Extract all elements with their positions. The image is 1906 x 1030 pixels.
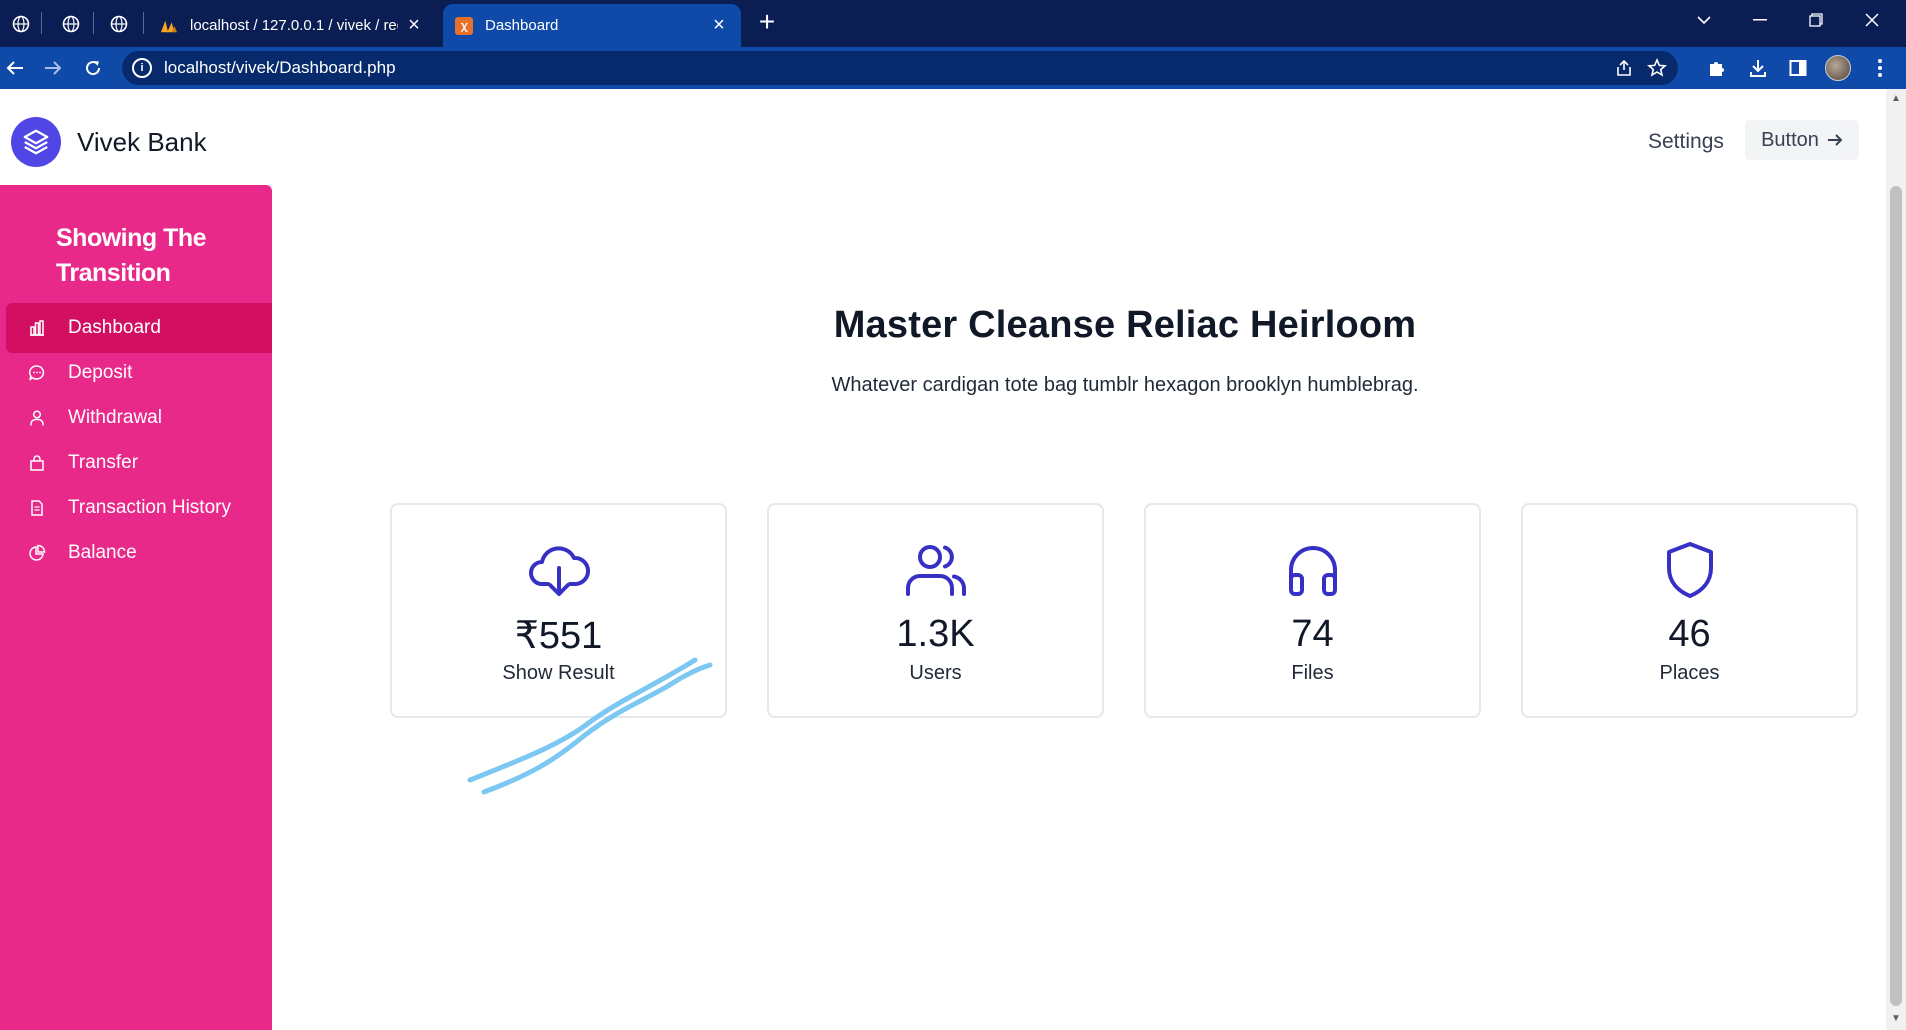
stat-label: Users: [909, 662, 962, 684]
brand[interactable]: Vivek Bank: [11, 117, 207, 167]
extensions-icon[interactable]: [1704, 55, 1730, 81]
layers-logo-icon: [11, 117, 61, 167]
sidebar-item-label: Transfer: [68, 452, 139, 473]
arrow-right-icon: [45, 61, 62, 75]
globe-icon: [62, 15, 80, 33]
share-icon[interactable]: [1612, 56, 1636, 80]
tab-separator: [143, 12, 144, 34]
scroll-up-arrow-icon[interactable]: ▲: [1886, 93, 1906, 104]
reload-icon: [86, 61, 101, 76]
sidebar-item-balance[interactable]: Balance: [6, 528, 272, 578]
sidebar-item-label: Withdrawal: [68, 407, 162, 428]
arrow-right-icon: [1827, 134, 1843, 146]
stat-value: 46: [1668, 613, 1711, 655]
downloads-icon[interactable]: [1745, 55, 1771, 81]
document-icon: [26, 497, 48, 519]
tab-separator: [41, 12, 42, 34]
tab-title: localhost / 127.0.0.1 / vivek / registra…: [190, 17, 398, 34]
pie-chart-icon: [26, 542, 48, 564]
stat-card-show-result: ₹551 Show Result: [390, 503, 727, 718]
profile-avatar[interactable]: [1825, 55, 1851, 81]
pinned-tab-2[interactable]: [53, 8, 89, 40]
sidebar-item-label: Balance: [68, 542, 137, 563]
sidebar-item-transfer[interactable]: Transfer: [6, 438, 272, 488]
header-button[interactable]: Button: [1745, 120, 1859, 160]
site-info-icon[interactable]: i: [132, 58, 152, 78]
side-panel-icon[interactable]: [1785, 55, 1811, 81]
browser-menu-icon[interactable]: [1867, 55, 1893, 81]
stat-label: Files: [1291, 662, 1334, 684]
stat-value: ₹551: [514, 615, 603, 657]
reload-button[interactable]: [78, 53, 108, 83]
sidebar-item-label: Transaction History: [68, 497, 231, 518]
tab-title: Dashboard: [485, 17, 559, 34]
tab-phpmyadmin[interactable]: localhost / 127.0.0.1 / vivek / registra…: [148, 4, 436, 47]
sidebar-item-withdrawal[interactable]: Withdrawal: [6, 393, 272, 443]
stat-label: Places: [1659, 662, 1720, 684]
restore-button[interactable]: [1788, 0, 1844, 40]
minimize-button[interactable]: [1732, 0, 1788, 40]
forward-button[interactable]: [38, 53, 68, 83]
url-text: localhost/vivek/Dashboard.php: [164, 58, 396, 77]
new-tab-button[interactable]: +: [752, 7, 782, 37]
browser-toolbar: i localhost/vivek/Dashboard.php: [0, 47, 1906, 89]
pinned-tab-3[interactable]: [101, 8, 137, 40]
chevron-down-icon: [1697, 16, 1711, 25]
minimize-icon: [1753, 19, 1767, 21]
browser-tab-strip: localhost / 127.0.0.1 / vivek / registra…: [0, 0, 1906, 47]
address-bar[interactable]: i localhost/vivek/Dashboard.php: [122, 51, 1678, 85]
scrollbar-thumb[interactable]: [1890, 186, 1902, 1006]
stat-value: 74: [1291, 613, 1334, 655]
phpmyadmin-icon: [160, 17, 178, 35]
scroll-down-arrow-icon[interactable]: ▼: [1886, 1013, 1906, 1024]
globe-icon: [12, 15, 30, 33]
cloud-download-icon: [526, 537, 592, 603]
tab-dashboard[interactable]: ꭓ Dashboard ×: [443, 4, 741, 47]
stat-label: Show Result: [502, 662, 615, 684]
settings-link[interactable]: Settings: [1648, 130, 1724, 154]
arrow-left-icon: [6, 61, 23, 75]
bookmark-star-icon[interactable]: [1645, 56, 1669, 80]
close-tab-icon[interactable]: ×: [709, 14, 729, 37]
headphones-icon: [1280, 537, 1346, 603]
close-tab-icon[interactable]: ×: [404, 14, 424, 37]
sidebar-item-transaction-history[interactable]: Transaction History: [6, 483, 272, 533]
shield-icon: [1657, 537, 1723, 603]
bag-icon: [26, 452, 48, 474]
page-scrollbar[interactable]: ▲ ▼: [1886, 89, 1906, 1030]
header-button-label: Button: [1761, 128, 1819, 151]
stat-card-users: 1.3K Users: [767, 503, 1104, 718]
brand-name: Vivek Bank: [77, 126, 207, 157]
xampp-icon: ꭓ: [455, 16, 473, 35]
stat-card-places: 46 Places: [1521, 503, 1858, 718]
back-button[interactable]: [0, 53, 30, 83]
users-icon: [903, 537, 969, 603]
page-title: Master Cleanse Reliac Heirloom: [833, 304, 1417, 346]
stat-value: 1.3K: [896, 613, 975, 655]
page-subtitle: Whatever cardigan tote bag tumblr hexago…: [831, 374, 1419, 396]
close-window-button[interactable]: [1844, 0, 1900, 40]
close-icon: [1865, 13, 1879, 27]
restore-icon: [1809, 13, 1823, 27]
user-icon: [26, 407, 48, 429]
globe-icon: [110, 15, 128, 33]
sidebar-title: Showing The Transition: [56, 224, 207, 287]
pinned-tab-1[interactable]: [3, 8, 39, 40]
tab-separator: [93, 12, 94, 34]
tab-search-button[interactable]: [1676, 0, 1732, 40]
stat-card-files: 74 Files: [1144, 503, 1481, 718]
page: Vivek Bank Settings Button Showing The T…: [0, 89, 1886, 1030]
